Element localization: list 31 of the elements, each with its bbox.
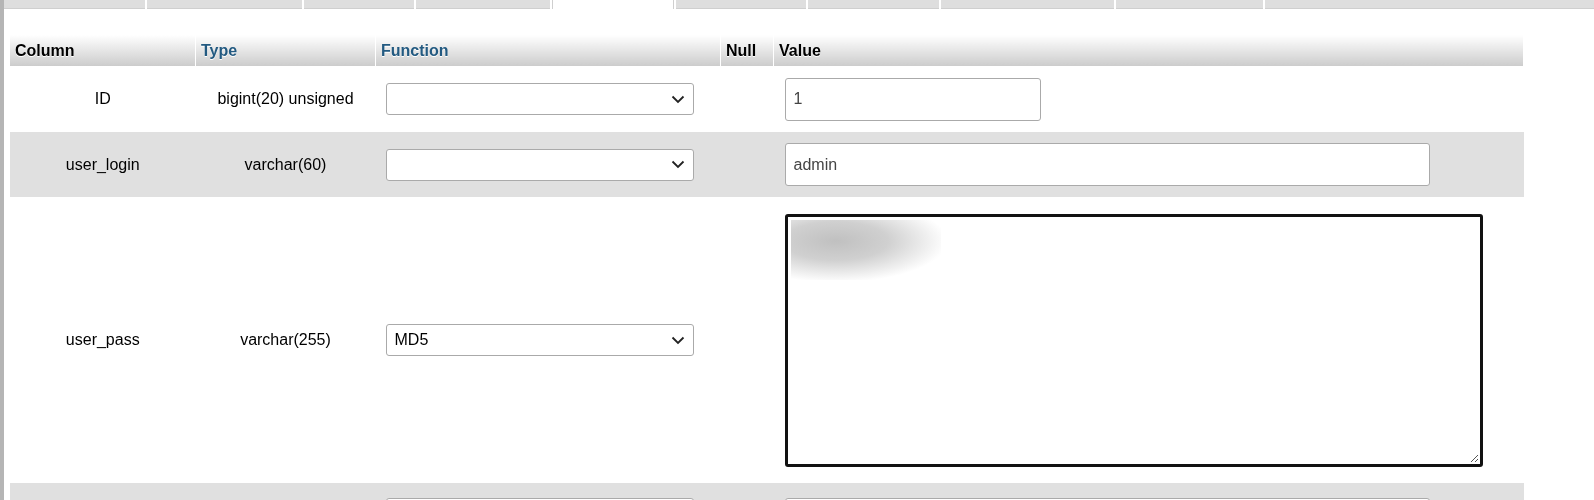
column-name: user_pass (65, 331, 140, 348)
column-type: varchar(60) (244, 155, 327, 173)
value-input[interactable]: admin (784, 143, 1430, 186)
function-dropdown[interactable]: MD5 (385, 324, 694, 356)
tab[interactable] (304, 0, 414, 9)
tab[interactable] (941, 0, 1114, 9)
column-header: Value (779, 41, 821, 59)
tab[interactable] (808, 0, 939, 9)
column-header-link[interactable]: Type (201, 41, 238, 59)
tab[interactable] (4, 0, 145, 9)
tab[interactable] (552, 0, 674, 9)
column-header-link[interactable]: Function (381, 41, 449, 59)
tab[interactable] (1265, 0, 1594, 9)
column-type: bigint(20) unsigned (217, 90, 354, 107)
column-name: user_login (65, 155, 140, 173)
value-textarea[interactable] (784, 213, 1483, 467)
column-header: Null (726, 41, 757, 59)
value-input[interactable]: 1 (784, 77, 1041, 121)
tab[interactable] (676, 0, 806, 9)
resize-handle-icon[interactable] (1469, 453, 1479, 463)
tab[interactable] (416, 0, 550, 9)
chevron-down-icon (670, 160, 685, 169)
tab[interactable] (1116, 0, 1263, 9)
column-name: ID (94, 90, 111, 107)
chevron-down-icon (670, 335, 685, 345)
function-dropdown[interactable] (385, 83, 694, 115)
function-dropdown[interactable] (385, 148, 694, 181)
chevron-down-icon (670, 94, 685, 104)
tab[interactable] (147, 0, 302, 9)
column-header: Column (15, 41, 75, 59)
column-type: varchar(255) (240, 331, 331, 348)
